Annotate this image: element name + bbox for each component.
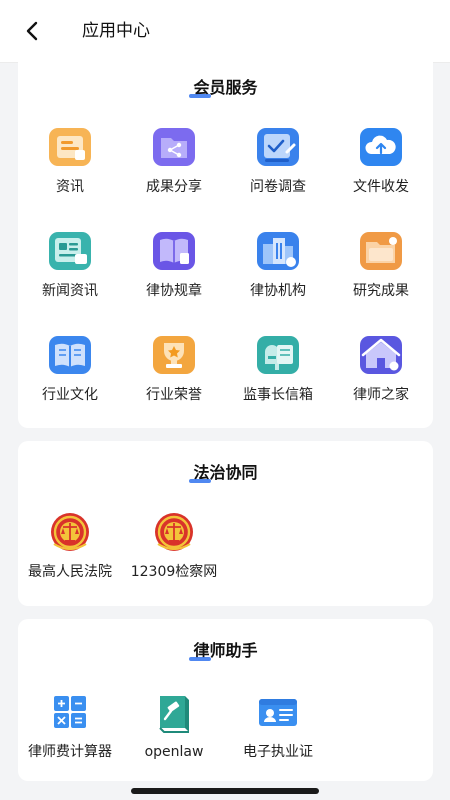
research-folder-icon <box>356 230 406 272</box>
lawyer-assistant-card: 律师助手 律师费计算器 openlaw 电子执业证 <box>18 619 433 781</box>
app-tile-lvxie-jigou[interactable]: 律协机构 <box>226 230 330 300</box>
news-doc-icon <box>45 126 95 168</box>
app-tile-label: 最高人民法院 <box>28 564 112 580</box>
app-tile-label: 律协机构 <box>250 283 306 299</box>
building-icon <box>253 230 303 272</box>
app-tile-openlaw[interactable]: openlaw <box>122 691 226 761</box>
app-tile-wenjian-shoufa[interactable]: 文件收发 <box>329 126 433 196</box>
section-title: 会员服务 <box>18 74 433 98</box>
member-services-card: 会员服务 资讯 成果分享 问卷调查 文件收发 新闻资讯 律协规章 律协机构 研究… <box>18 62 433 428</box>
app-tile-lvshi-zhijia[interactable]: 律师之家 <box>329 334 433 404</box>
app-tile-label: 成果分享 <box>146 179 202 195</box>
app-tile-label: 监事长信箱 <box>243 387 313 403</box>
id-card-icon <box>253 691 303 733</box>
section-title: 法治协同 <box>18 459 433 483</box>
home-indicator <box>131 788 319 794</box>
app-tile-chengguo-fenxiang[interactable]: 成果分享 <box>122 126 226 196</box>
calculator-icon <box>45 691 95 733</box>
app-tile-xinwen-zixun[interactable]: 新闻资讯 <box>18 230 122 300</box>
app-tile-wenjuan-diaocha[interactable]: 问卷调查 <box>226 126 330 196</box>
app-tile-zuigao-renmin-fayuan[interactable]: 最高人民法院 <box>18 511 122 581</box>
open-book-icon <box>45 334 95 376</box>
trophy-icon <box>149 334 199 376</box>
page-title: 应用中心 <box>82 21 150 41</box>
app-tile-label: 文件收发 <box>353 179 409 195</box>
back-button[interactable] <box>20 18 46 44</box>
mailbox-icon <box>253 334 303 376</box>
regulation-book-icon <box>149 230 199 272</box>
app-tile-label: 问卷调查 <box>250 179 306 195</box>
court-emblem-icon <box>45 511 95 553</box>
app-tile-jianshizhang-xinxiang[interactable]: 监事长信箱 <box>226 334 330 404</box>
app-tile-lvshifei-jisuanqi[interactable]: 律师费计算器 <box>18 691 122 761</box>
chevron-left-icon <box>26 21 38 41</box>
app-tile-label: 资讯 <box>56 179 84 195</box>
section-title: 律师助手 <box>18 637 433 661</box>
app-tile-label: 电子执业证 <box>243 744 313 760</box>
app-tile-label: 研究成果 <box>353 283 409 299</box>
news-icon <box>45 230 95 272</box>
app-tile-zixun[interactable]: 资讯 <box>18 126 122 196</box>
app-tile-hangye-wenhua[interactable]: 行业文化 <box>18 334 122 404</box>
procuratorate-emblem-icon <box>149 511 199 553</box>
app-tile-label: openlaw <box>144 744 204 760</box>
openlaw-gavel-icon <box>149 691 199 733</box>
cloud-upload-icon <box>356 126 406 168</box>
app-tile-lvxie-guizhang[interactable]: 律协规章 <box>122 230 226 300</box>
house-icon <box>356 334 406 376</box>
app-tile-hangye-rongyu[interactable]: 行业荣誉 <box>122 334 226 404</box>
app-tile-label: 新闻资讯 <box>42 283 98 299</box>
app-tile-label: 律协规章 <box>146 283 202 299</box>
survey-icon <box>253 126 303 168</box>
app-tile-dianzi-zhiyezheng[interactable]: 电子执业证 <box>226 691 330 761</box>
app-tile-label: 律师之家 <box>353 387 409 403</box>
top-app-bar: 应用中心 <box>0 0 450 63</box>
app-tile-label: 律师费计算器 <box>28 744 112 760</box>
rule-of-law-card: 法治协同 最高人民法院 12309检察网 <box>18 441 433 606</box>
app-tile-label: 行业文化 <box>42 387 98 403</box>
app-tile-label: 12309检察网 <box>130 564 218 580</box>
app-tile-yanjiu-chengguo[interactable]: 研究成果 <box>329 230 433 300</box>
share-folder-icon <box>149 126 199 168</box>
app-tile-12309-jianchawang[interactable]: 12309检察网 <box>122 511 226 581</box>
app-tile-label: 行业荣誉 <box>146 387 202 403</box>
